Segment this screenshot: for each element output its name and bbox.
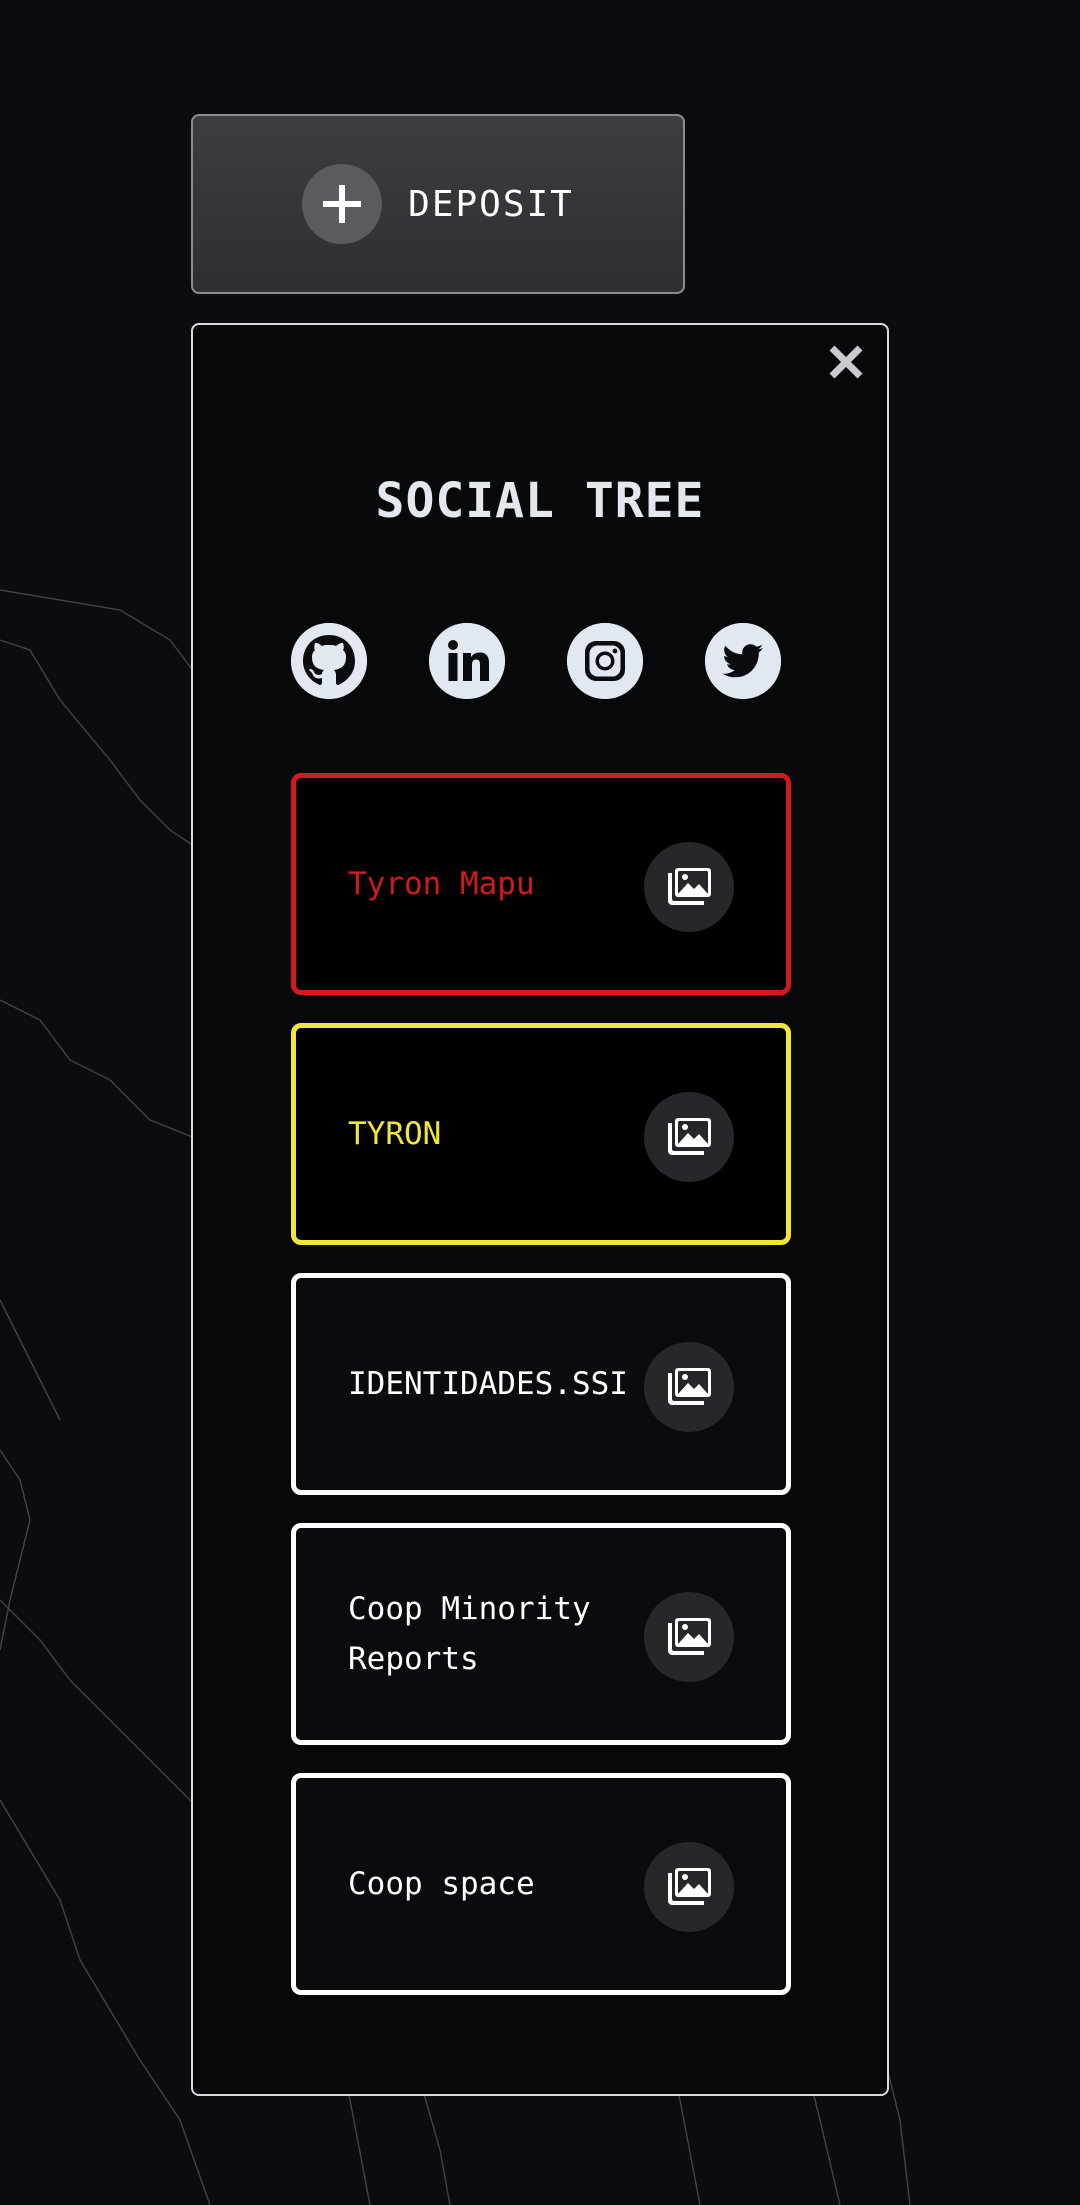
link-card-identidades-ssi[interactable]: IDENTIDADES.SSI bbox=[291, 1273, 791, 1495]
images-icon[interactable] bbox=[644, 1342, 734, 1432]
images-icon[interactable] bbox=[644, 1592, 734, 1682]
plus-icon bbox=[302, 164, 383, 244]
link-card-tyron[interactable]: TYRON bbox=[291, 1023, 791, 1245]
link-card-label: Tyron Mapu bbox=[348, 866, 535, 902]
link-card-label: TYRON bbox=[348, 1116, 442, 1152]
deposit-button[interactable]: DEPOSIT bbox=[191, 114, 685, 294]
link-card-tyron-mapu[interactable]: Tyron Mapu bbox=[291, 773, 791, 995]
link-card-coop-minority-reports[interactable]: Coop Minority Reports bbox=[291, 1523, 791, 1745]
page-title: SOCIAL TREE bbox=[375, 473, 705, 529]
social-icons-row bbox=[291, 623, 787, 701]
deposit-label: DEPOSIT bbox=[408, 183, 574, 225]
images-icon[interactable] bbox=[644, 1092, 734, 1182]
social-tree-panel: SOCIAL TREE Tyron Mapu TYRON IDENTIDADES… bbox=[191, 323, 889, 2096]
twitter-icon[interactable] bbox=[705, 623, 781, 699]
github-icon[interactable] bbox=[291, 623, 367, 699]
linkedin-icon[interactable] bbox=[429, 623, 505, 699]
images-icon[interactable] bbox=[644, 1842, 734, 1932]
instagram-icon[interactable] bbox=[567, 623, 643, 699]
close-icon[interactable] bbox=[821, 337, 871, 387]
images-icon[interactable] bbox=[644, 842, 734, 932]
link-card-label: Coop Minority Reports bbox=[348, 1591, 591, 1677]
link-card-coop-space[interactable]: Coop space bbox=[291, 1773, 791, 1995]
link-card-label: IDENTIDADES.SSI bbox=[348, 1366, 628, 1402]
link-card-label: Coop space bbox=[348, 1866, 535, 1902]
